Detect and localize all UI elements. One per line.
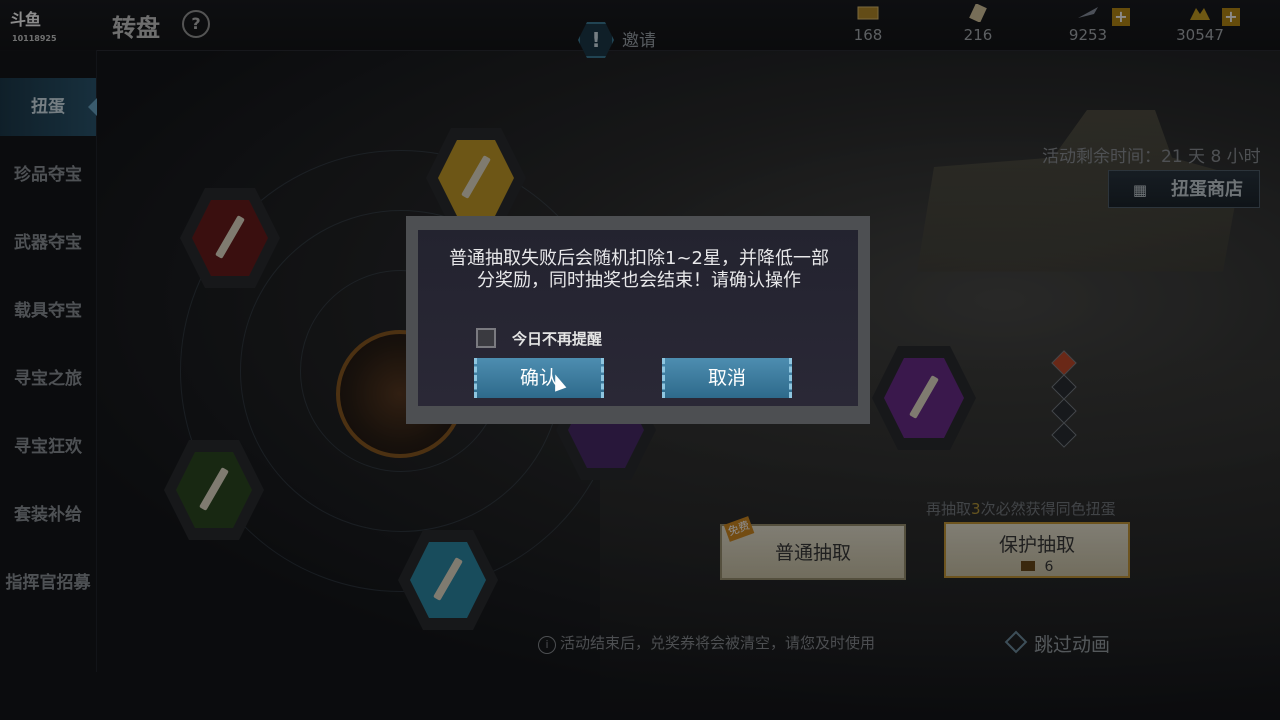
dialog-message: 普通抽取失败后会随机扣除1~2星，并降低一部分奖励，同时抽奖也会结束！请确认操作 (449, 248, 829, 291)
dont-remind-label: 今日不再提醒 (512, 330, 603, 348)
dialog-panel: 普通抽取失败后会随机扣除1~2星，并降低一部分奖励，同时抽奖也会结束！请确认操作… (418, 230, 858, 406)
dont-remind-checkbox[interactable] (476, 328, 496, 348)
confirm-dialog: 普通抽取失败后会随机扣除1~2星，并降低一部分奖励，同时抽奖也会结束！请确认操作… (406, 216, 870, 424)
confirm-button[interactable]: 确认 (474, 358, 604, 398)
cancel-button[interactable]: 取消 (662, 358, 792, 398)
